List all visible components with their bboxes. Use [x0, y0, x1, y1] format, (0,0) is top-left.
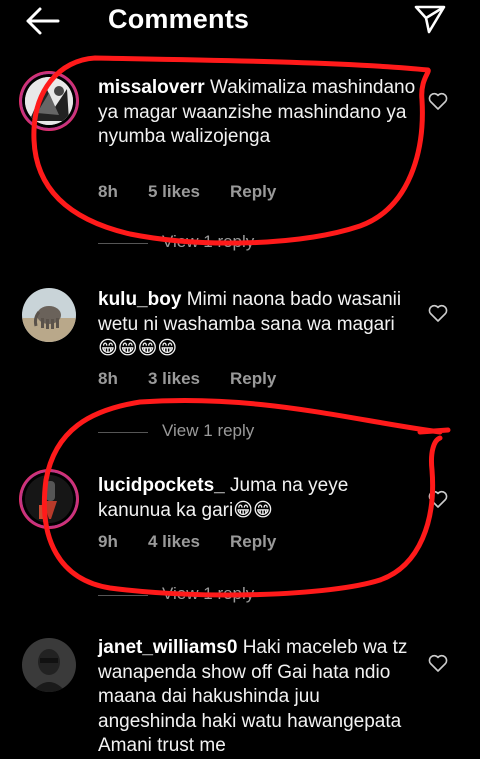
comment-time: 8h: [98, 369, 118, 388]
comment-username[interactable]: kulu_boy: [98, 289, 181, 310]
send-icon[interactable]: [414, 4, 446, 34]
comment-likes[interactable]: 4 likes: [148, 532, 200, 552]
view-replies-button[interactable]: View 1 reply: [98, 232, 398, 254]
comment-username[interactable]: janet_williams0: [98, 637, 237, 658]
avatar[interactable]: [22, 288, 76, 342]
comment-text: janet_williams0 Haki maceleb wa tz wanap…: [98, 636, 416, 759]
view-replies-label[interactable]: View 1 reply: [162, 584, 254, 604]
header-bar: Comments: [0, 0, 480, 42]
view-replies-button[interactable]: View 1 reply: [98, 421, 398, 443]
comment-text: missaloverr Wakimaliza mashindano ya mag…: [98, 76, 416, 150]
comment-likes[interactable]: 3 likes: [148, 369, 200, 389]
comment-time: 8h: [98, 182, 118, 201]
heart-icon[interactable]: [428, 654, 448, 672]
avatar[interactable]: [22, 472, 76, 526]
comment-likes[interactable]: 5 likes: [148, 182, 200, 202]
avatar-image: [25, 77, 73, 125]
comment-username[interactable]: lucidpockets_: [98, 475, 225, 496]
comment-time: 9h: [98, 532, 118, 551]
comment-text: kulu_boy Mimi naona bado wasanii wetu ni…: [98, 288, 416, 362]
reply-button[interactable]: Reply: [230, 369, 276, 389]
reply-button[interactable]: Reply: [230, 532, 276, 552]
reply-button[interactable]: Reply: [230, 182, 276, 202]
divider: [98, 595, 148, 596]
comment-username[interactable]: missaloverr: [98, 77, 205, 98]
divider: [98, 243, 148, 244]
heart-icon[interactable]: [428, 304, 448, 322]
heart-icon[interactable]: [428, 490, 448, 508]
arrow-left-icon[interactable]: [24, 6, 60, 36]
view-replies-button[interactable]: View 1 reply: [98, 584, 398, 606]
avatar-image: [22, 288, 76, 342]
view-replies-label[interactable]: View 1 reply: [162, 232, 254, 252]
divider: [98, 432, 148, 433]
view-replies-label[interactable]: View 1 reply: [162, 421, 254, 441]
avatar-image: [25, 475, 73, 523]
avatar-image: [22, 638, 76, 692]
page-title: Comments: [108, 4, 250, 34]
heart-icon[interactable]: [428, 92, 448, 110]
avatar[interactable]: [22, 638, 76, 692]
comment-text: lucidpockets_ Juma na yeye kanunua ka ga…: [98, 474, 416, 523]
avatar[interactable]: [22, 74, 76, 128]
